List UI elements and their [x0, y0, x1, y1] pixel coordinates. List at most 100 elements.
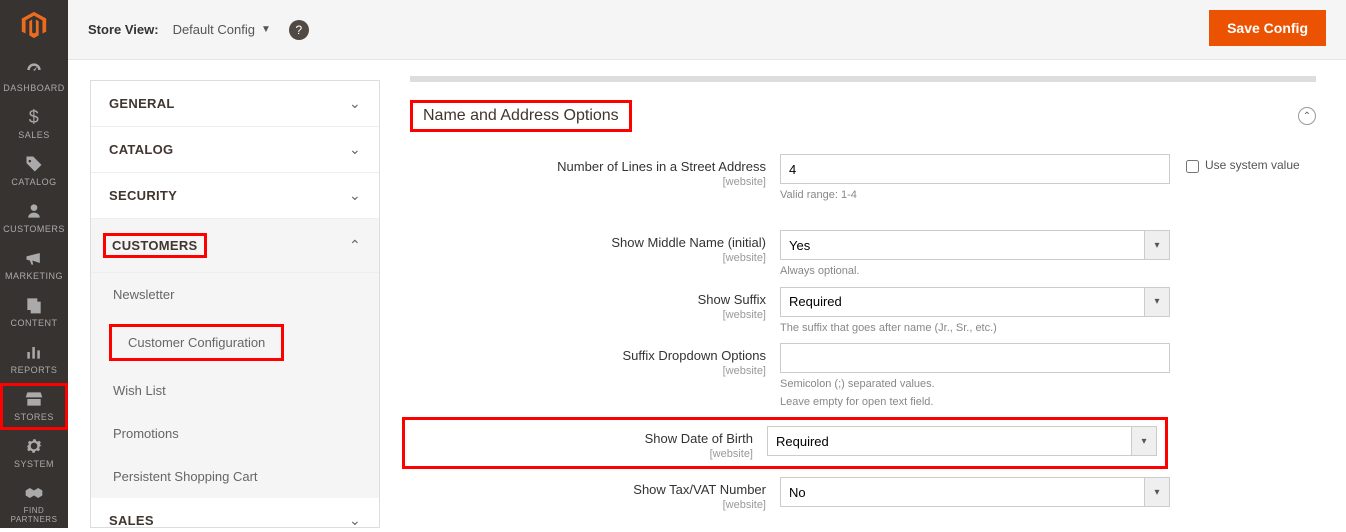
nav-stores[interactable]: STORES	[0, 383, 68, 430]
collapse-toggle[interactable]: ⌃	[1298, 107, 1316, 125]
caret-down-icon: ▼	[261, 24, 271, 35]
topbar: Store View: Default Config ▼ ? Save Conf…	[68, 0, 1346, 60]
suffix-options-input[interactable]	[780, 343, 1170, 373]
nav-system[interactable]: SYSTEM	[0, 430, 68, 477]
nav-label: CONTENT	[11, 318, 58, 328]
field-scope: [website]	[405, 448, 753, 460]
field-scope: [website]	[410, 309, 766, 321]
config-section-label: GENERAL	[109, 96, 175, 111]
field-dob: Show Date of Birth [website] ▾	[410, 417, 1316, 469]
config-item-promotions[interactable]: Promotions	[91, 412, 379, 455]
taxvat-select[interactable]	[780, 477, 1170, 507]
field-label: Show Middle Name (initial)	[611, 235, 766, 250]
field-street-lines: Number of Lines in a Street Address [web…	[410, 154, 1316, 202]
nav-label: FIND PARTNERS	[0, 506, 68, 524]
dropdown-arrow-icon[interactable]: ▾	[1144, 477, 1170, 507]
use-system-label: Use system value	[1205, 158, 1300, 172]
field-label: Show Date of Birth	[645, 431, 753, 446]
chevron-down-icon: ⌄	[349, 141, 361, 158]
chevron-down-icon: ⌄	[349, 187, 361, 204]
gear-icon	[24, 436, 44, 456]
field-taxvat: Show Tax/VAT Number [website] ▾	[410, 477, 1316, 511]
nav-label: STORES	[14, 412, 54, 422]
street-lines-input[interactable]	[780, 154, 1170, 184]
config-item-customer-config[interactable]: Customer Configuration	[109, 324, 284, 361]
config-section-security[interactable]: SECURITY ⌄	[91, 173, 379, 219]
store-icon	[24, 389, 44, 409]
nav-content[interactable]: CONTENT	[0, 289, 68, 336]
chevron-down-icon: ⌄	[349, 95, 361, 112]
nav-label: CATALOG	[11, 177, 56, 187]
chevron-up-icon: ⌃	[1303, 111, 1311, 122]
nav-label: CUSTOMERS	[3, 224, 65, 234]
nav-dashboard[interactable]: DASHBOARD	[0, 54, 68, 101]
use-system-wrap: Use system value	[1170, 154, 1300, 173]
field-note: Leave empty for open text field.	[780, 395, 1170, 409]
nav-label: MARKETING	[5, 271, 63, 281]
help-icon[interactable]: ?	[289, 20, 309, 40]
chevron-down-icon: ⌄	[349, 512, 361, 528]
nav-label: DASHBOARD	[3, 83, 65, 93]
field-label: Show Suffix	[698, 292, 766, 307]
config-section-sales[interactable]: SALES ⌄	[91, 498, 379, 528]
dropdown-arrow-icon[interactable]: ▾	[1144, 230, 1170, 260]
config-section-general[interactable]: GENERAL ⌄	[91, 81, 379, 127]
section-title: Name and Address Options	[410, 100, 632, 132]
megaphone-icon	[24, 248, 44, 268]
field-middle-name: Show Middle Name (initial) [website] ▾ A…	[410, 230, 1316, 278]
tag-icon	[24, 154, 44, 174]
config-content: Name and Address Options ⌃ Number of Lin…	[380, 60, 1346, 528]
config-section-label: CUSTOMERS	[103, 233, 207, 258]
dollar-icon: $	[24, 107, 44, 127]
nav-customers[interactable]: CUSTOMERS	[0, 195, 68, 242]
config-item-customer-config-wrap: Customer Configuration	[91, 316, 379, 369]
nav-label: SYSTEM	[14, 459, 54, 469]
nav-label: REPORTS	[11, 365, 58, 375]
nav-marketing[interactable]: MARKETING	[0, 242, 68, 289]
suffix-select[interactable]	[780, 287, 1170, 317]
field-suffix-options: Suffix Dropdown Options [website] Semico…	[410, 343, 1316, 410]
chevron-up-icon: ⌃	[349, 237, 361, 254]
nav-label: SALES	[18, 130, 50, 140]
dob-select[interactable]	[767, 426, 1157, 456]
field-scope: [website]	[410, 252, 766, 264]
field-scope: [website]	[410, 365, 766, 377]
storeview-select[interactable]: Default Config ▼	[173, 22, 271, 37]
dropdown-arrow-icon[interactable]: ▾	[1144, 287, 1170, 317]
field-suffix: Show Suffix [website] ▾ The suffix that …	[410, 287, 1316, 335]
pages-icon	[24, 295, 44, 315]
middle-name-select[interactable]	[780, 230, 1170, 260]
config-section-customers[interactable]: CUSTOMERS ⌃	[91, 219, 379, 273]
field-label: Number of Lines in a Street Address	[557, 159, 766, 174]
gauge-icon	[24, 60, 44, 80]
magento-logo	[19, 10, 49, 40]
nav-catalog[interactable]: CATALOG	[0, 148, 68, 195]
storeview-label: Store View:	[88, 22, 159, 37]
field-note: Semicolon (;) separated values.	[780, 377, 1170, 391]
nav-find-partners[interactable]: FIND PARTNERS	[0, 477, 68, 532]
field-label: Show Tax/VAT Number	[633, 482, 766, 497]
admin-sidenav: DASHBOARD $ SALES CATALOG CUSTOMERS MARK…	[0, 0, 68, 528]
field-note: Always optional.	[780, 264, 1170, 278]
config-item-newsletter[interactable]: Newsletter	[91, 273, 379, 316]
config-item-wish-list[interactable]: Wish List	[91, 369, 379, 412]
dropdown-arrow-icon[interactable]: ▾	[1131, 426, 1157, 456]
person-icon	[24, 201, 44, 221]
field-scope: [website]	[410, 176, 766, 188]
main-area: Store View: Default Config ▼ ? Save Conf…	[68, 0, 1346, 528]
progress-bar	[410, 76, 1316, 82]
field-label: Suffix Dropdown Options	[622, 348, 766, 363]
handshake-icon	[24, 483, 44, 503]
config-nav: GENERAL ⌄ CATALOG ⌄ SECURITY ⌄ CUSTOMERS…	[90, 80, 380, 528]
use-system-checkbox[interactable]	[1186, 160, 1199, 173]
config-section-label: SALES	[109, 513, 154, 528]
bars-icon	[24, 342, 44, 362]
body: GENERAL ⌄ CATALOG ⌄ SECURITY ⌄ CUSTOMERS…	[68, 60, 1346, 528]
storeview-value: Default Config	[173, 22, 255, 37]
save-config-button[interactable]: Save Config	[1209, 10, 1326, 46]
nav-reports[interactable]: REPORTS	[0, 336, 68, 383]
config-item-persistent[interactable]: Persistent Shopping Cart	[91, 455, 379, 498]
field-scope: [website]	[410, 499, 766, 511]
config-section-catalog[interactable]: CATALOG ⌄	[91, 127, 379, 173]
nav-sales[interactable]: $ SALES	[0, 101, 68, 148]
